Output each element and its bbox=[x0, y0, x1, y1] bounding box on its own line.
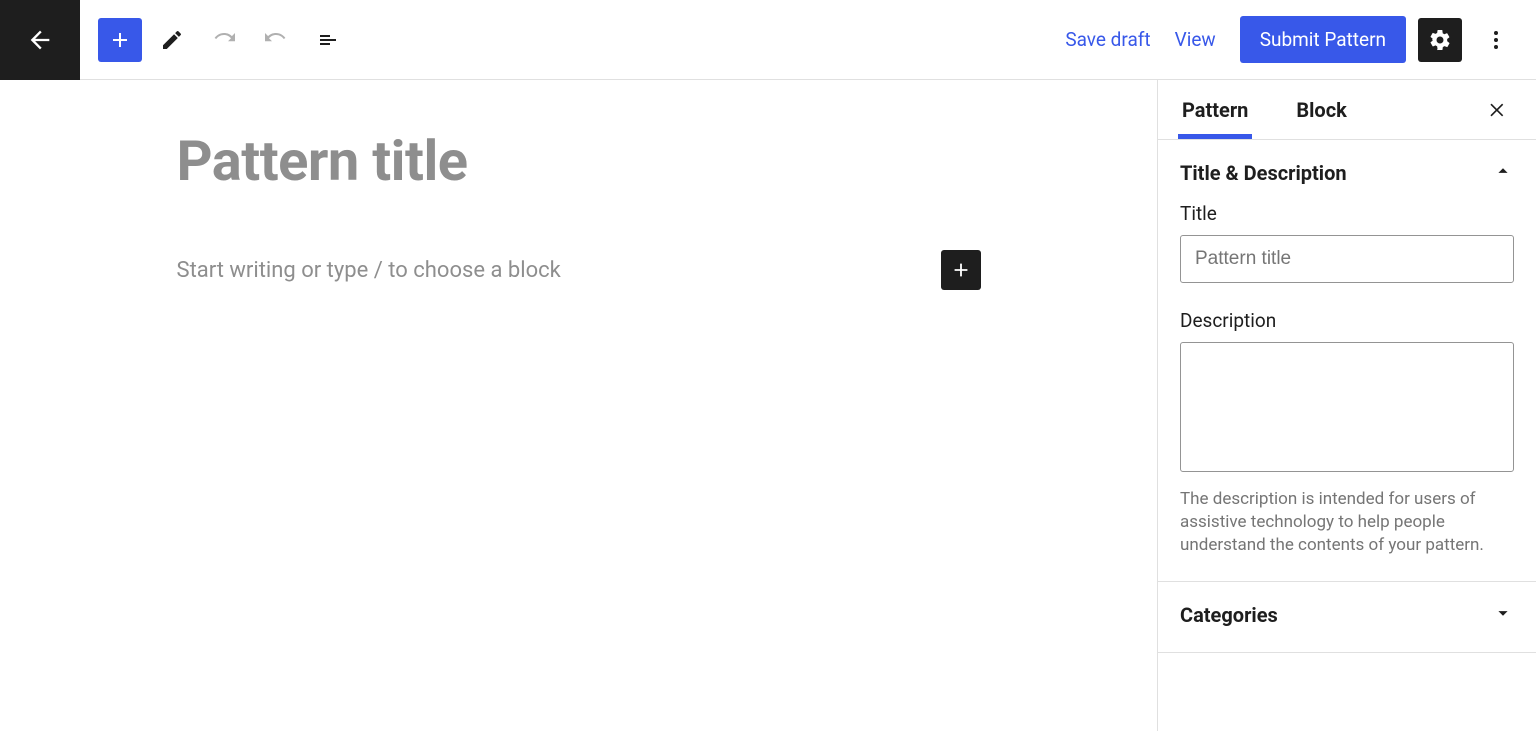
gear-icon bbox=[1428, 28, 1452, 52]
default-block-row: Start writing or type / to choose a bloc… bbox=[177, 250, 981, 290]
save-draft-button[interactable]: Save draft bbox=[1065, 28, 1150, 51]
title-input[interactable] bbox=[1180, 235, 1514, 283]
close-icon bbox=[1488, 100, 1508, 120]
tab-pattern[interactable]: Pattern bbox=[1178, 80, 1252, 139]
description-textarea[interactable] bbox=[1180, 342, 1514, 472]
settings-button[interactable] bbox=[1418, 18, 1462, 62]
list-icon bbox=[316, 28, 340, 52]
panel-title-description: Title & Description Title Description Th… bbox=[1158, 140, 1536, 582]
document-overview-button[interactable] bbox=[306, 18, 350, 62]
inline-add-block-button[interactable] bbox=[941, 250, 981, 290]
title-field-label: Title bbox=[1180, 202, 1514, 225]
editor-main: Pattern title Start writing or type / to… bbox=[0, 80, 1536, 731]
plus-icon bbox=[108, 28, 132, 52]
panel-categories-label: Categories bbox=[1180, 603, 1278, 627]
close-sidebar-button[interactable] bbox=[1480, 92, 1516, 128]
tab-block[interactable]: Block bbox=[1292, 80, 1350, 139]
ellipsis-vertical-icon bbox=[1484, 28, 1508, 52]
undo-icon bbox=[212, 28, 236, 52]
tools-button[interactable] bbox=[150, 18, 194, 62]
editor-toolbar: Save draft View Submit Pattern bbox=[0, 0, 1536, 80]
redo-icon bbox=[264, 28, 288, 52]
sidebar-tabs: Pattern Block bbox=[1158, 80, 1536, 140]
more-options-button[interactable] bbox=[1474, 18, 1518, 62]
view-button[interactable]: View bbox=[1175, 28, 1216, 51]
chevron-up-icon bbox=[1492, 160, 1514, 186]
submit-pattern-button[interactable]: Submit Pattern bbox=[1240, 16, 1406, 63]
back-button[interactable] bbox=[0, 0, 80, 80]
panel-title-description-toggle[interactable]: Title & Description bbox=[1180, 160, 1514, 186]
panel-categories: Categories bbox=[1158, 582, 1536, 653]
left-tool-cluster bbox=[98, 18, 350, 62]
block-placeholder-text[interactable]: Start writing or type / to choose a bloc… bbox=[177, 258, 561, 283]
add-block-button[interactable] bbox=[98, 18, 142, 62]
redo-button[interactable] bbox=[254, 18, 298, 62]
panel-categories-toggle[interactable]: Categories bbox=[1180, 602, 1514, 628]
settings-sidebar: Pattern Block Title & Description Title bbox=[1158, 80, 1536, 731]
arrow-left-icon bbox=[26, 26, 54, 54]
undo-button[interactable] bbox=[202, 18, 246, 62]
right-tool-cluster: Save draft View Submit Pattern bbox=[1065, 16, 1536, 63]
pencil-icon bbox=[160, 28, 184, 52]
pattern-title-input[interactable]: Pattern title bbox=[177, 128, 981, 194]
plus-icon bbox=[950, 259, 972, 281]
description-field-label: Description bbox=[1180, 309, 1514, 332]
editor-canvas: Pattern title Start writing or type / to… bbox=[0, 80, 1158, 731]
panel-title-description-label: Title & Description bbox=[1180, 161, 1347, 185]
description-help-text: The description is intended for users of… bbox=[1180, 488, 1514, 557]
chevron-down-icon bbox=[1492, 602, 1514, 628]
